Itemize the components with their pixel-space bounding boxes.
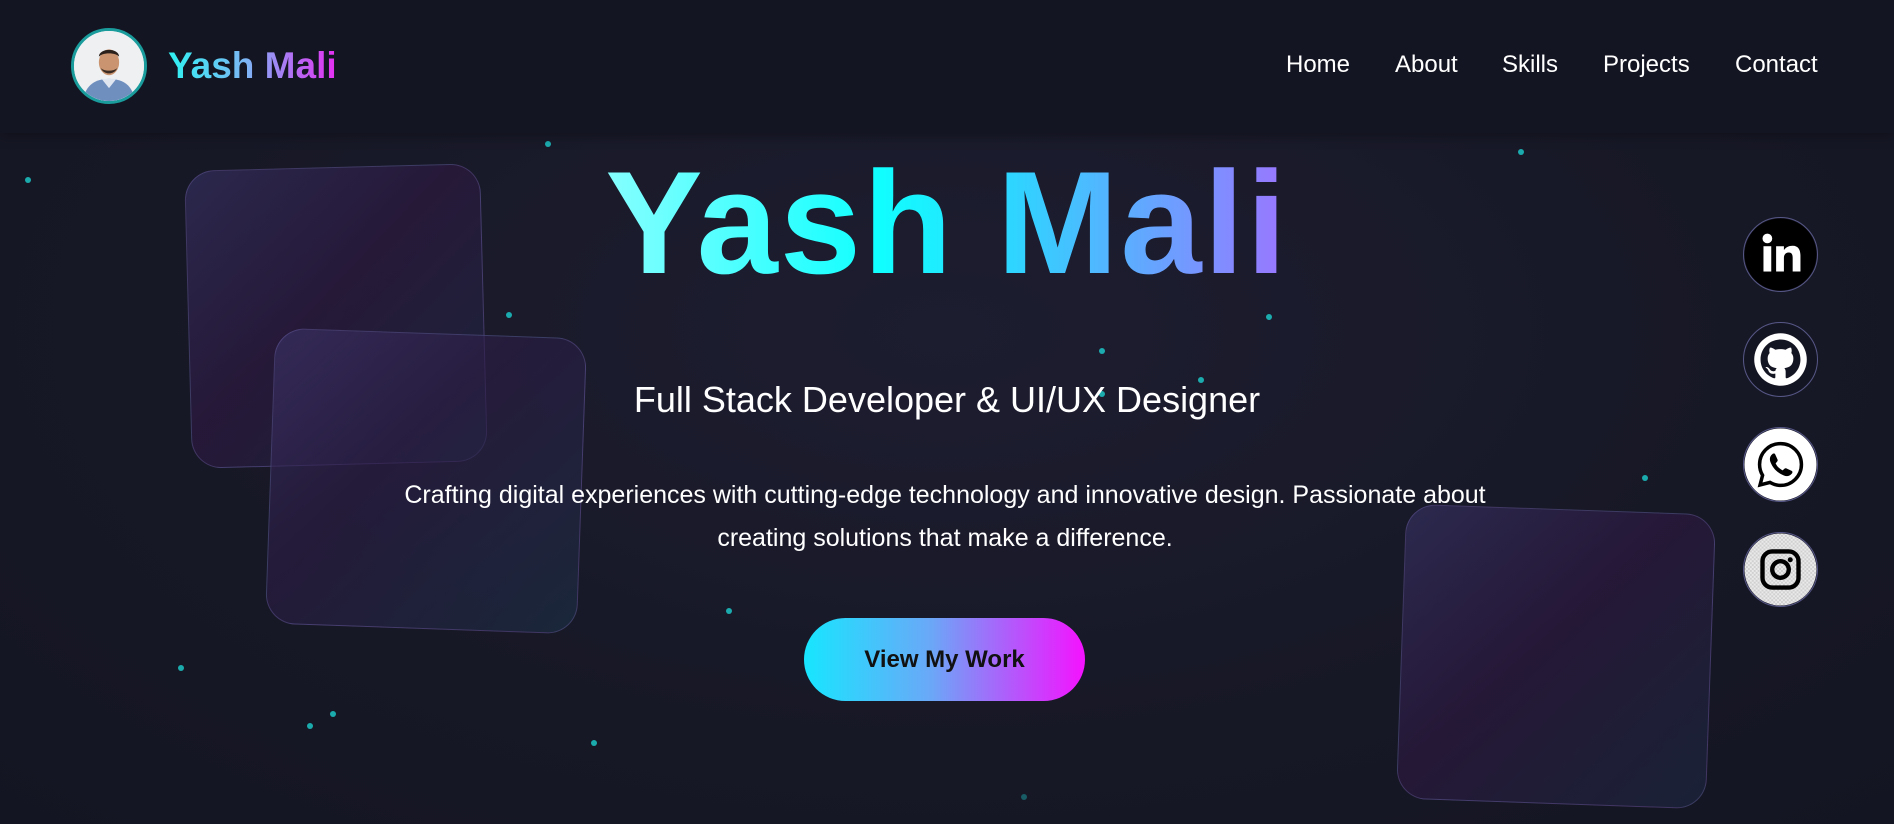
- particle-dot: [1266, 314, 1272, 320]
- instagram-link[interactable]: [1743, 532, 1818, 607]
- hero-subtitle: Full Stack Developer & UI/UX Designer: [633, 379, 1261, 420]
- nav-link-skills[interactable]: Skills: [1502, 48, 1558, 82]
- page: Yash Mali Home About Skills Projects Con…: [0, 0, 1894, 824]
- nav-link-about[interactable]: About: [1395, 48, 1458, 82]
- particle-dot: [1099, 348, 1105, 354]
- nav-link-projects[interactable]: Projects: [1603, 48, 1690, 82]
- hero-title-text: Yash Mali: [605, 141, 1289, 304]
- particle-dot: [591, 740, 597, 746]
- particle-dot: [330, 711, 336, 717]
- particle-dot: [1642, 475, 1648, 481]
- view-my-work-button[interactable]: View My Work: [804, 618, 1085, 701]
- github-icon: [1744, 323, 1817, 396]
- whatsapp-link[interactable]: [1743, 427, 1818, 502]
- linkedin-icon: [1744, 218, 1817, 291]
- instagram-icon: [1744, 533, 1817, 606]
- whatsapp-icon: [1744, 428, 1817, 501]
- particle-dot: [506, 312, 512, 318]
- particle-dot: [1021, 794, 1027, 800]
- brand-name[interactable]: Yash Mali: [168, 42, 337, 90]
- nav-link-contact[interactable]: Contact: [1735, 48, 1818, 82]
- hero-description: Crafting digital experiences with cuttin…: [404, 481, 1486, 552]
- particle-dot: [726, 608, 732, 614]
- site-header: Yash Mali Home About Skills Projects Con…: [0, 0, 1894, 133]
- github-link[interactable]: [1743, 322, 1818, 397]
- hero-title: Yash Mali: [0, 148, 1894, 298]
- particle-dot: [545, 141, 551, 147]
- particle-dot: [307, 723, 313, 729]
- linkedin-link[interactable]: [1743, 217, 1818, 292]
- profile-photo: [74, 31, 144, 101]
- nav-link-home[interactable]: Home: [1286, 48, 1350, 82]
- avatar[interactable]: [71, 28, 147, 104]
- particle-dot: [178, 665, 184, 671]
